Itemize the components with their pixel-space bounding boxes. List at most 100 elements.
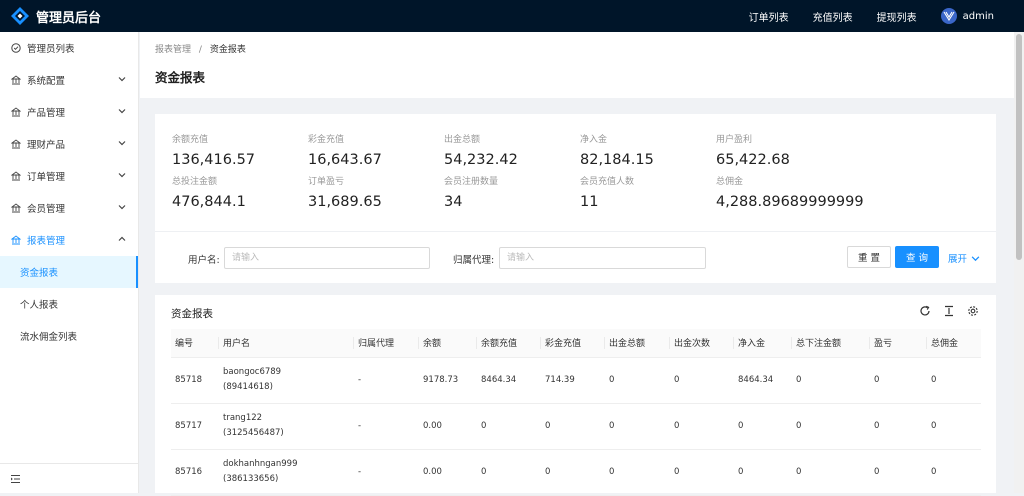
agent-filter-input[interactable] [499,247,706,269]
column-header[interactable]: 余额充值 [477,329,541,358]
cell-id: 85716 [171,449,219,496]
page-title: 资金报表 [155,70,206,85]
cell-net-deposit: 8464.34 [734,357,792,404]
cell-pnl: 0 [870,449,927,496]
cell-agent: - [354,403,419,450]
sidebar-item-member-management[interactable]: 会员管理 [0,192,138,224]
column-header[interactable]: 编号 [171,329,219,358]
cell-balance: 0.00 [419,449,477,496]
column-header[interactable]: 出金次数 [670,329,734,358]
stat-label: 会员充值人数 [580,177,635,187]
column-header[interactable]: 盈亏 [870,329,927,358]
table-title: 资金报表 [171,308,213,320]
scrollbar-thumb[interactable] [1016,34,1022,260]
username-text: dokhanhngan999 [223,459,298,469]
username-filter-input[interactable] [224,247,430,269]
sidebar-item-finance-products[interactable]: 理财产品 [0,128,138,160]
stat-value: 4,288.89689999999 [716,194,864,210]
stat-member-recharge-count: 会员充值人数 11 [580,174,634,210]
cell-balance: 9178.73 [419,357,477,404]
stat-value: 34 [444,194,463,210]
column-header[interactable]: 出金总额 [605,329,670,358]
cell-withdrawal-count: 0 [670,403,734,450]
stat-bonus-recharge: 彩金充值 16,643.67 [308,132,382,168]
column-header[interactable]: 总下注金额 [792,329,870,358]
sidebar-item-label: 报表管理 [27,236,66,247]
column-header[interactable]: 用户名 [219,329,354,358]
column-header[interactable]: 净入金 [734,329,792,358]
chevron-down-icon [118,77,126,82]
page-scrollbar[interactable] [1014,32,1024,493]
stat-value: 476,844.1 [172,194,246,210]
column-header[interactable]: 余额 [419,329,477,358]
table-row: 85717 trang122 (3125456487) - 0.00 0 0 0 … [171,403,981,450]
sidebar-subitem-personal-report[interactable]: 个人报表 [0,288,138,320]
cell-net-deposit: 0 [734,403,792,450]
column-header[interactable]: 归属代理 [354,329,419,358]
reset-button[interactable]: 重 置 [847,246,891,268]
sidebar-subitem-commission-list[interactable]: 流水佣金列表 [0,320,138,352]
report-table-panel: 资金报表 编号 用户名 归属代理 余额 余额充值 彩金充值 出金总额 出金次数 … [155,295,996,496]
expand-filters-toggle[interactable]: 展开 [948,251,980,265]
nav-withdrawal-list[interactable]: 提现列表 [877,9,917,24]
avatar-icon [943,11,955,22]
table-row: 85716 dokhanhngan999 (386133656) - 0.00 0… [171,449,981,496]
nav-order-list[interactable]: 订单列表 [749,9,789,24]
cell-balance: 0.00 [419,403,477,450]
sidebar-item-admin-list[interactable]: 管理员列表 [0,32,138,64]
settings-icon[interactable] [967,305,979,317]
reload-icon[interactable] [919,305,931,317]
cell-balance-recharge: 0 [477,449,541,496]
cell-pnl: 0 [870,357,927,404]
sidebar-subitem-fund-report[interactable]: 资金报表 [0,256,138,288]
cell-agent: - [354,449,419,496]
sidebar-item-label: 订单管理 [27,172,66,183]
cell-pnl: 0 [870,403,927,450]
stat-value: 54,232.42 [444,152,518,168]
sidebar: 管理员列表 系统配置 产品管理 理财产品 订单管理 会员管理 报表管理 资金报表… [0,32,139,493]
chevron-down-icon [118,205,126,210]
cell-net-deposit: 0 [734,449,792,496]
chevron-down-icon [118,173,126,178]
breadcrumb-parent[interactable]: 报表管理 [155,45,191,55]
stat-label: 用户盈利 [716,135,753,145]
stat-label: 出金总额 [444,135,481,145]
cell-username: trang122 (3125456487) [219,403,354,450]
avatar [940,8,957,24]
query-button[interactable]: 查 询 [895,246,939,268]
column-height-icon[interactable] [943,305,955,317]
cell-bonus-recharge: 0 [541,403,605,450]
cell-withdrawal-count: 0 [670,357,734,404]
bank-icon [10,171,21,182]
user-menu[interactable]: admin [940,8,994,24]
cell-withdrawal-count: 0 [670,449,734,496]
cell-commission: 0 [927,449,981,496]
sidebar-item-system-config[interactable]: 系统配置 [0,64,138,96]
collapse-sidebar-button[interactable] [0,463,138,493]
sidebar-item-order-management[interactable]: 订单管理 [0,160,138,192]
sidebar-item-product-management[interactable]: 产品管理 [0,96,138,128]
app-logo[interactable]: 管理员后台 [0,0,139,32]
bank-icon [10,75,21,86]
stat-label: 余额充值 [172,135,209,145]
clock-icon [10,43,21,54]
column-header[interactable]: 总佣金 [927,329,981,358]
breadcrumb-separator: / [198,45,202,55]
chevron-down-icon [971,255,980,261]
column-header[interactable]: 彩金充值 [541,329,605,358]
nav-recharge-list[interactable]: 充值列表 [813,9,853,24]
app-title: 管理员后台 [36,10,102,26]
stat-value: 82,184.15 [580,152,654,168]
cell-withdrawal-total: 0 [605,449,670,496]
stat-label: 会员注册数量 [444,177,499,187]
user-id-text: (386133656) [223,474,279,484]
username-text: trang122 [223,413,263,423]
stat-value: 31,689.65 [308,194,382,210]
stat-total-bet: 总投注金额 476,844.1 [172,174,246,210]
cell-withdrawal-total: 0 [605,403,670,450]
sidebar-item-label: 理财产品 [27,140,66,151]
breadcrumb-current: 资金报表 [209,45,246,55]
sidebar-item-report-management[interactable]: 报表管理 [0,224,138,256]
stat-label: 订单盈亏 [308,177,345,187]
stat-net-deposit: 净入金 82,184.15 [580,132,654,168]
